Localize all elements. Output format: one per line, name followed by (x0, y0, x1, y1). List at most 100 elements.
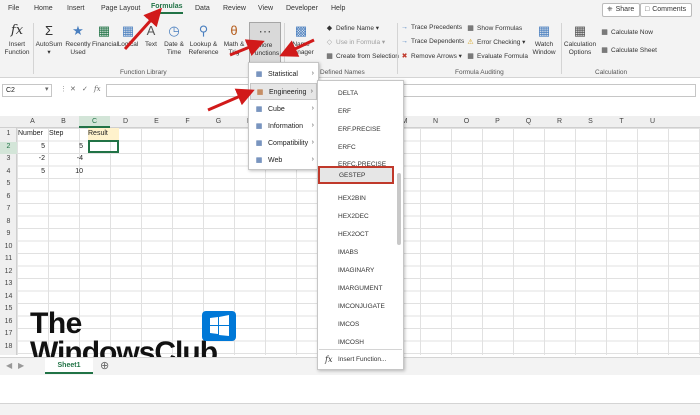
row-header[interactable]: 15 (0, 305, 17, 312)
row-header[interactable]: 16 (0, 318, 17, 325)
show-formulas-button[interactable]: ▦ Show Formulas (466, 24, 522, 32)
create-from-selection-button[interactable]: ▦ Create from Selection (325, 52, 399, 60)
cell-b3[interactable]: -4 (55, 155, 83, 162)
function-item[interactable]: HEX2DEC (319, 208, 395, 226)
function-item[interactable]: IMARGUMENT (319, 280, 395, 298)
function-item[interactable]: ERF.PRECISE (319, 121, 395, 139)
col-header-s[interactable]: S (575, 118, 606, 125)
row-header[interactable]: 10 (0, 243, 17, 250)
recently-used-button[interactable]: ★ Recently Used (64, 22, 92, 57)
row-header[interactable]: 6 (0, 193, 17, 200)
col-header-e[interactable]: E (141, 118, 172, 125)
col-header-b[interactable]: B (48, 118, 79, 125)
lookup-reference-button[interactable]: ⚲ Lookup & Reference (187, 22, 220, 57)
sheet-tab-sheet1[interactable]: Sheet1 (45, 358, 93, 374)
error-checking-button[interactable]: ⚠ Error Checking ▾ (466, 38, 525, 46)
comments-button[interactable]: □ Comments (640, 3, 693, 17)
active-cell-c2[interactable] (88, 140, 119, 153)
col-header-d[interactable]: D (110, 118, 141, 125)
add-sheet-icon[interactable]: ⊕ (100, 359, 109, 372)
name-manager-button[interactable]: ▩ Name Manager (287, 22, 315, 57)
col-header-r[interactable]: R (544, 118, 575, 125)
col-header-n[interactable]: N (420, 118, 451, 125)
define-name-button[interactable]: ◆ Define Name ▾ (325, 24, 379, 32)
menu-item-statistical[interactable]: ▦ Statistical › (250, 66, 317, 83)
trace-dependents-button[interactable]: → Trace Dependents (400, 38, 464, 45)
row-header[interactable]: 8 (0, 218, 17, 225)
calculate-sheet-button[interactable]: ▦ Calculate Sheet (600, 46, 657, 54)
row-header[interactable]: 7 (0, 205, 17, 212)
scroll-right-icon[interactable]: ▶ (18, 361, 24, 370)
autosum-button[interactable]: Σ AutoSum ▾ (34, 22, 64, 57)
row-header[interactable]: 12 (0, 268, 17, 275)
row-header[interactable]: 14 (0, 293, 17, 300)
tab-home[interactable]: Home (34, 5, 53, 12)
col-header-c[interactable]: C (79, 116, 110, 128)
fx-icon[interactable]: fx (94, 85, 101, 93)
row-header[interactable]: 1 (0, 130, 17, 137)
cell-b1[interactable]: Step (49, 130, 63, 137)
watch-window-button[interactable]: ▦ Watch Window (530, 22, 558, 57)
remove-arrows-button[interactable]: ✖ Remove Arrows ▾ (400, 52, 462, 60)
evaluate-formula-button[interactable]: ▦ Evaluate Formula (466, 52, 528, 60)
trace-precedents-button[interactable]: → Trace Precedents (400, 24, 462, 31)
menu-item-cube[interactable]: ▦ Cube › (250, 101, 317, 118)
function-item[interactable]: ERF (319, 103, 395, 121)
tab-data[interactable]: Data (195, 5, 210, 12)
row-header[interactable]: 17 (0, 330, 17, 337)
tab-formulas[interactable]: Formulas (151, 3, 183, 14)
chevron-down-icon[interactable]: ▾ (45, 85, 49, 93)
col-header-g[interactable]: G (203, 118, 234, 125)
col-header-q[interactable]: Q (513, 118, 544, 125)
cancel-icon[interactable]: ✕ (70, 85, 76, 93)
more-functions-button[interactable]: ⋯ More Functions (249, 22, 281, 64)
function-item[interactable]: IMCOSH (319, 334, 395, 348)
cell-a2[interactable]: 5 (17, 143, 45, 150)
menu-item-information[interactable]: ▦ Information › (250, 118, 317, 135)
text-button[interactable]: A Text (141, 22, 161, 49)
calculate-now-button[interactable]: ▦ Calculate Now (600, 28, 653, 36)
function-item[interactable]: ERFC (319, 139, 395, 157)
calculation-options-button[interactable]: ▦ Calculation Options (563, 22, 597, 57)
tab-review[interactable]: Review (223, 5, 246, 12)
row-header[interactable]: 5 (0, 180, 17, 187)
col-header-o[interactable]: O (451, 118, 482, 125)
cell-c1[interactable]: Result (88, 130, 108, 137)
col-header-a[interactable]: A (17, 118, 48, 125)
scroll-left-icon[interactable]: ◀ (6, 361, 12, 370)
row-header[interactable]: 3 (0, 155, 17, 162)
cell-b2[interactable]: 5 (55, 143, 83, 150)
col-header-t[interactable]: T (606, 118, 637, 125)
row-header[interactable]: 4 (0, 168, 17, 175)
cell-a4[interactable]: 5 (17, 168, 45, 175)
tab-view[interactable]: View (258, 5, 273, 12)
col-header-p[interactable]: P (482, 118, 513, 125)
function-item[interactable]: IMCONJUGATE (319, 298, 395, 316)
row-header-selected[interactable]: 2 (0, 142, 17, 154)
row-header[interactable]: 18 (0, 343, 17, 350)
insert-function-button[interactable]: fx Insert Function (3, 22, 31, 57)
tab-developer[interactable]: Developer (286, 5, 318, 12)
cell-a3[interactable]: -2 (17, 155, 45, 162)
menu-item-engineering[interactable]: ▦ Engineering › (250, 83, 317, 100)
function-item[interactable]: IMABS (319, 244, 395, 262)
financial-button[interactable]: ▦ Financial (92, 22, 118, 49)
function-item[interactable]: HEX2BIN (319, 190, 395, 208)
tab-insert[interactable]: Insert (67, 5, 85, 12)
logical-button[interactable]: ▦ Logical (116, 22, 140, 49)
function-item[interactable]: HEX2OCT (319, 226, 395, 244)
row-header[interactable]: 11 (0, 255, 17, 262)
col-header-f[interactable]: F (172, 118, 203, 125)
share-button[interactable]: ⎈ Share (602, 3, 641, 17)
math-trig-button[interactable]: θ Math & Trig (221, 22, 247, 57)
tab-file[interactable]: File (8, 5, 19, 12)
date-time-button[interactable]: ◷ Date & Time (161, 22, 187, 57)
function-item-gestep[interactable]: GESTEP (318, 166, 394, 184)
cell-b4[interactable]: 10 (55, 168, 83, 175)
use-in-formula-button[interactable]: ◇ Use in Formula ▾ (325, 38, 385, 46)
menu-item-web[interactable]: ▦ Web › (250, 152, 317, 169)
menu-item-compatibility[interactable]: ▦ Compatibility › (250, 135, 317, 152)
function-item[interactable]: IMCOS (319, 316, 395, 334)
enter-icon[interactable]: ✓ (82, 85, 88, 93)
row-header[interactable]: 9 (0, 230, 17, 237)
